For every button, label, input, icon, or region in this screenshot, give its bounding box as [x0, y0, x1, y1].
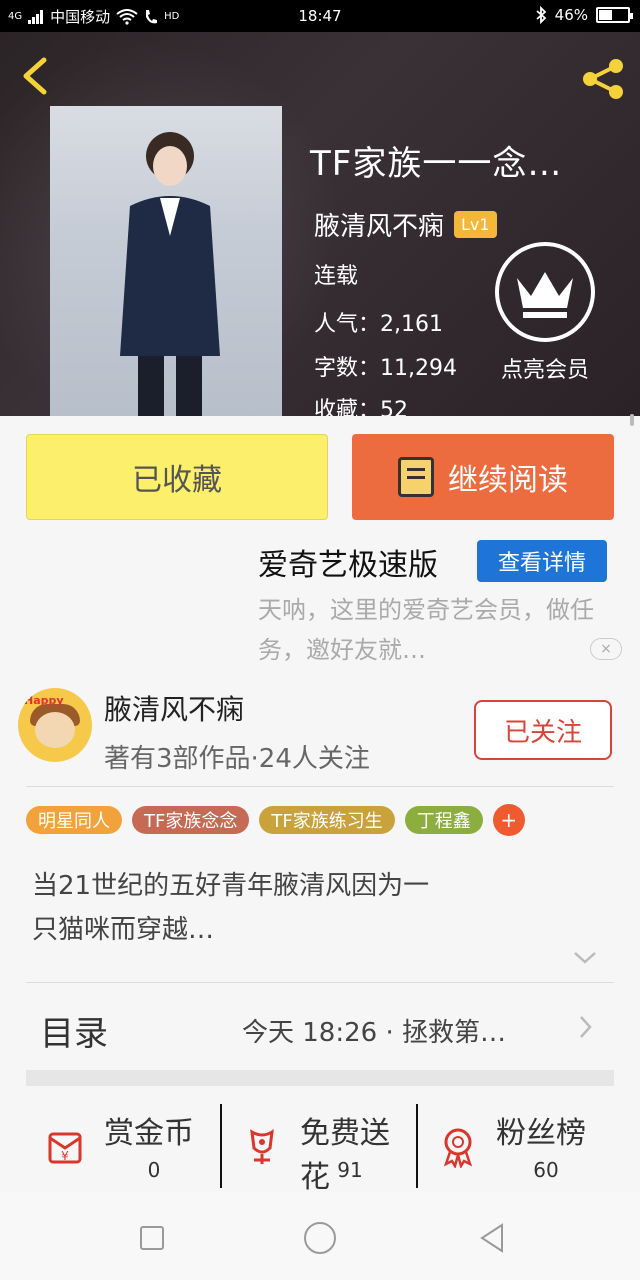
book-header: TF家族一一念… 腋清风不痫 Lv1 连载 人气：2,161 字数：11,294…	[0, 32, 640, 416]
cover-figure	[120, 132, 220, 416]
favorited-button[interactable]: 已收藏	[26, 434, 328, 520]
status-bar: 4G 中国移动 HD 18:47 46%	[0, 0, 640, 32]
latest-chapter: 今天 18:26 · 拯救第…	[242, 1018, 506, 1048]
tag-item[interactable]: 丁程鑫	[404, 806, 483, 834]
flower-value: 91	[337, 1158, 363, 1182]
tag-item[interactable]: TF家族念念	[132, 806, 250, 834]
popularity-row: 人气：2,161	[314, 306, 443, 338]
scrollbar[interactable]	[630, 414, 634, 426]
ad-close-button[interactable]: ×	[590, 638, 622, 660]
collect-row: 收藏：52	[314, 392, 408, 416]
reward-coin-stat[interactable]: ¥ 赏金币 0	[26, 1100, 222, 1186]
ad-description[interactable]: 天呐，这里的爱奇艺会员，做任务，邀好友就…	[258, 590, 598, 670]
book-cover-image[interactable]	[50, 106, 282, 416]
system-nav-bar	[0, 1192, 640, 1280]
popularity-label: 人气：	[314, 312, 381, 337]
author-subtitle: 著有3部作品·24人关注	[104, 744, 370, 774]
word-count-label: 字数：	[314, 356, 381, 381]
status-right: 46%	[535, 6, 633, 24]
crown-icon	[495, 242, 595, 342]
author-name[interactable]: 腋清风不痫	[104, 688, 244, 728]
book-title: TF家族一一念…	[310, 144, 563, 184]
book-description[interactable]: 当21世纪的五好青年腋清风因为一只猫咪而穿越…	[32, 864, 452, 952]
word-count-value: 11,294	[380, 356, 457, 381]
avatar-face	[35, 712, 75, 748]
vip-label: 点亮会员	[500, 358, 589, 383]
book-icon	[398, 457, 434, 497]
toc-label: 目录	[40, 1014, 108, 1054]
divider	[26, 786, 614, 787]
back-triangle-icon[interactable]	[478, 1222, 506, 1254]
ad-title[interactable]: 爱奇艺极速版	[258, 540, 438, 584]
book-author-row: 腋清风不痫 Lv1	[314, 206, 497, 243]
word-count-row: 字数：11,294	[314, 350, 457, 382]
tag-list: 明星同人 TF家族念念 TF家族练习生 丁程鑫 +	[26, 804, 525, 836]
divider	[26, 982, 614, 983]
battery-icon	[596, 7, 633, 23]
book-status: 连载	[314, 264, 359, 289]
home-icon[interactable]	[304, 1222, 336, 1254]
more-tags-button[interactable]: +	[492, 804, 525, 836]
author-level-badge: Lv1	[454, 211, 497, 238]
ad-details-button[interactable]: 查看详情	[477, 540, 607, 582]
flower-label: 免费送花	[300, 1116, 390, 1195]
tag-item[interactable]: TF家族练习生	[259, 806, 395, 834]
popularity-value: 2,161	[380, 312, 443, 337]
flower-stat[interactable]: 免费送花 91	[222, 1100, 418, 1195]
fan-ranking-value: 60	[533, 1158, 559, 1182]
collect-value: 52	[380, 398, 409, 416]
share-icon[interactable]	[578, 54, 628, 104]
chevron-right-icon	[580, 1016, 592, 1038]
fan-ranking-stat[interactable]: 粉丝榜 60	[418, 1100, 614, 1186]
vip-button[interactable]: 点亮会员	[490, 242, 600, 384]
table-of-contents-row[interactable]: 目录 今天 18:26 · 拯救第…	[0, 984, 640, 1070]
bluetooth-icon	[536, 6, 546, 24]
follow-button[interactable]: 已关注	[474, 700, 612, 760]
avatar-text: Happy	[24, 694, 64, 707]
continue-reading-label: 继续阅读	[448, 463, 568, 498]
section-separator	[26, 1070, 614, 1086]
continue-reading-button[interactable]: 继续阅读	[352, 434, 614, 520]
author-avatar[interactable]: Happy	[18, 688, 92, 762]
reward-coin-value: 0	[147, 1158, 161, 1182]
reward-coin-label: 赏金币	[104, 1116, 194, 1151]
back-arrow-icon[interactable]	[16, 56, 56, 96]
tag-item[interactable]: 明星同人	[26, 806, 122, 834]
chevron-down-icon[interactable]	[572, 950, 598, 966]
book-author[interactable]: 腋清风不痫	[314, 206, 444, 243]
battery-percent: 46%	[554, 6, 588, 24]
recent-apps-icon[interactable]	[140, 1226, 164, 1250]
fan-ranking-label: 粉丝榜	[496, 1116, 586, 1151]
collect-label: 收藏：	[314, 398, 381, 416]
